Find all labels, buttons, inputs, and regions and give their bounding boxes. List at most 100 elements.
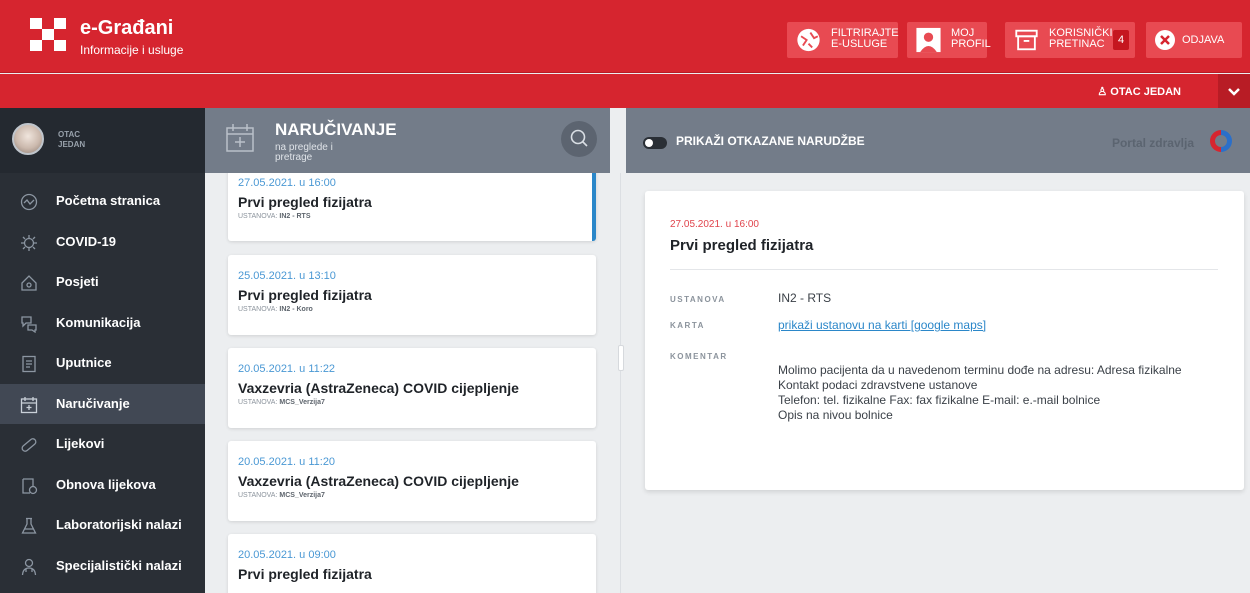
appointment-date: 20.05.2021. u 11:20 [238, 456, 336, 468]
institution-label: USTANOVA: [238, 492, 278, 499]
show-cancelled-label[interactable]: PRIKAŽI OTKAZANE NARUDŽBE [676, 134, 865, 148]
chat-icon [21, 315, 37, 333]
inbox-button[interactable]: KORISNIČKI PRETINAC 4 [1005, 22, 1135, 58]
sidebar-nav: Početna stranica COVID-19 Posjeti Komuni… [0, 173, 205, 586]
splitter-handle[interactable] [618, 345, 624, 371]
portal-zdravlja-label[interactable]: Portal zdravlja [1112, 136, 1194, 150]
home-icon [21, 275, 37, 291]
list-item[interactable]: 20.05.2021. u 09:00 Prvi pregled fizijat… [228, 534, 596, 593]
sidebar-item-label: Uputnice [56, 355, 112, 370]
institution-value: IN2 - RTS [279, 213, 311, 220]
institution-value: IN2 - RTS [778, 291, 832, 305]
speedometer-icon [20, 193, 38, 211]
sidebar-user[interactable]: OTAC JEDAN [0, 108, 205, 173]
appointment-date: 27.05.2021. u 16:00 [238, 177, 336, 189]
institution-label: USTANOVA: [238, 213, 278, 220]
filter-label-2: E-USLUGE [831, 38, 888, 50]
sidebar-item-covid[interactable]: COVID-19 [0, 222, 205, 263]
inbox-count-badge: 4 [1113, 30, 1129, 50]
user-dropdown-toggle[interactable] [1218, 74, 1250, 108]
appointments-title: NARUČIVANJE [275, 120, 397, 139]
logout-label: ODJAVA [1182, 34, 1225, 46]
institution-value: MCS_Verzija7 [279, 492, 325, 499]
globe-filter-icon [797, 28, 820, 52]
prescription-icon [22, 477, 38, 494]
sidebar-item-label: Laboratorijski nalazi [56, 517, 182, 532]
comment-line: Kontakt podaci zdravstvene ustanove [778, 378, 978, 392]
sidebar-item-label: Specijalistički nalazi [56, 557, 182, 573]
appointment-title: Prvi pregled fizijatra [238, 566, 372, 582]
appointment-date: 20.05.2021. u 09:00 [238, 549, 336, 561]
comment-line: Opis na nivou bolnice [778, 408, 893, 422]
flask-icon [21, 517, 37, 534]
appointment-institution: USTANOVA: IN2 - RTS [238, 213, 582, 220]
detail-header: PRIKAŽI OTKAZANE NARUDŽBE Portal zdravlj… [626, 108, 1250, 173]
show-cancelled-toggle[interactable] [643, 137, 667, 149]
brand-subtitle: Informacije i usluge [80, 43, 184, 57]
list-item[interactable]: 20.05.2021. u 11:20 Vaxzevria (AstraZene… [228, 441, 596, 521]
comment-text: Molimo pacijenta da u navedenom terminu … [778, 363, 1208, 423]
appointment-title: Prvi pregled fizijatra [238, 194, 372, 210]
comment-line: Telefon: tel. fizikalne Fax: fax fizikal… [778, 393, 1101, 407]
brand-title[interactable]: e-Građani [80, 17, 173, 40]
sidebar: OTAC JEDAN Početna stranica COVID-19 Pos… [0, 108, 205, 593]
user-icon: ♙ [1097, 86, 1111, 98]
avatar-first-name: OTAC [58, 130, 81, 139]
sidebar-item-posjeti[interactable]: Posjeti [0, 262, 205, 303]
institution-label: USTANOVA: [238, 399, 278, 406]
panel-splitter[interactable] [616, 173, 626, 593]
document-icon [22, 355, 36, 373]
institution-value: IN2 - Koro [279, 306, 313, 313]
sidebar-item-label: Komunikacija [56, 314, 141, 330]
institution-label: USTANOVA: [238, 306, 278, 313]
appointment-detail-card: 27.05.2021. u 16:00 Prvi pregled fizijat… [645, 191, 1244, 490]
sidebar-item-label: Posjeti [56, 274, 99, 289]
pill-icon [21, 438, 37, 452]
list-item[interactable]: 25.05.2021. u 13:10 Prvi pregled fizijat… [228, 255, 596, 335]
sidebar-item-specijalisticki[interactable]: Specijalistički nalazi [0, 546, 205, 587]
calendar-icon [226, 124, 254, 152]
avatar [12, 123, 44, 155]
comment-label: KOMENTAR [670, 352, 728, 361]
my-profile-button[interactable]: MOJ PROFIL [907, 22, 991, 58]
top-header: e-Građani Informacije i usluge FILTRIRAJ… [0, 0, 1250, 73]
portal-zdravlja-logo[interactable] [1208, 128, 1234, 154]
sidebar-item-label: Naručivanje [56, 395, 130, 411]
appointment-institution: USTANOVA: IN2 - Koro [238, 306, 586, 313]
sidebar-item-laboratorij[interactable]: Laboratorijski nalazi [0, 505, 205, 546]
splitter-line [620, 173, 621, 593]
sidebar-item-label: Obnova lijekova [56, 476, 156, 492]
appointment-title: Vaxzevria (AstraZeneca) COVID cijepljenj… [238, 380, 519, 396]
calendar-icon [20, 396, 38, 413]
appointment-title: Vaxzevria (AstraZeneca) COVID cijepljenj… [238, 473, 519, 489]
sidebar-item-narucivanje[interactable]: Naručivanje [0, 383, 205, 424]
logout-button[interactable]: ODJAVA [1146, 22, 1242, 58]
sidebar-item-lijekovi[interactable]: Lijekovi [0, 424, 205, 465]
detail-date: 27.05.2021. u 16:00 [670, 219, 759, 230]
map-label: KARTA [670, 321, 705, 330]
filter-eservices-button[interactable]: FILTRIRAJTE E-USLUGE [787, 22, 899, 58]
appointments-subtitle: na preglede i pretrage [275, 143, 333, 163]
search-button[interactable] [561, 121, 597, 157]
sidebar-item-label: Početna stranica [56, 193, 161, 208]
e-gradjani-logo[interactable] [30, 18, 66, 52]
detail-title: Prvi pregled fizijatra [670, 237, 814, 254]
chevron-down-icon [1228, 88, 1240, 96]
divider [670, 269, 1218, 270]
user-menu-button[interactable]: ♙ OTAC JEDAN [1097, 85, 1181, 98]
comment-line: Molimo pacijenta da u navedenom terminu … [778, 363, 1182, 377]
sidebar-item-obnova[interactable]: Obnova lijekova [0, 465, 205, 506]
sidebar-item-label: Lijekovi [56, 436, 105, 451]
appointment-date: 25.05.2021. u 13:10 [238, 270, 336, 282]
list-item[interactable]: 27.05.2021. u 16:00 Prvi pregled fizijat… [228, 173, 596, 241]
appointments-list: 27.05.2021. u 16:00 Prvi pregled fizijat… [205, 173, 610, 593]
map-link[interactable]: prikaži ustanovu na karti [google maps] [778, 318, 986, 332]
doctor-icon [21, 558, 37, 575]
appointment-title: Prvi pregled fizijatra [238, 287, 372, 303]
sidebar-item-pocetna[interactable]: Početna stranica [0, 181, 205, 222]
sidebar-item-komunikacija[interactable]: Komunikacija [0, 303, 205, 344]
list-item[interactable]: 20.05.2021. u 11:22 Vaxzevria (AstraZene… [228, 348, 596, 428]
search-icon [570, 129, 588, 147]
institution-label: USTANOVA [670, 295, 726, 304]
sidebar-item-uputnice[interactable]: Uputnice [0, 343, 205, 384]
